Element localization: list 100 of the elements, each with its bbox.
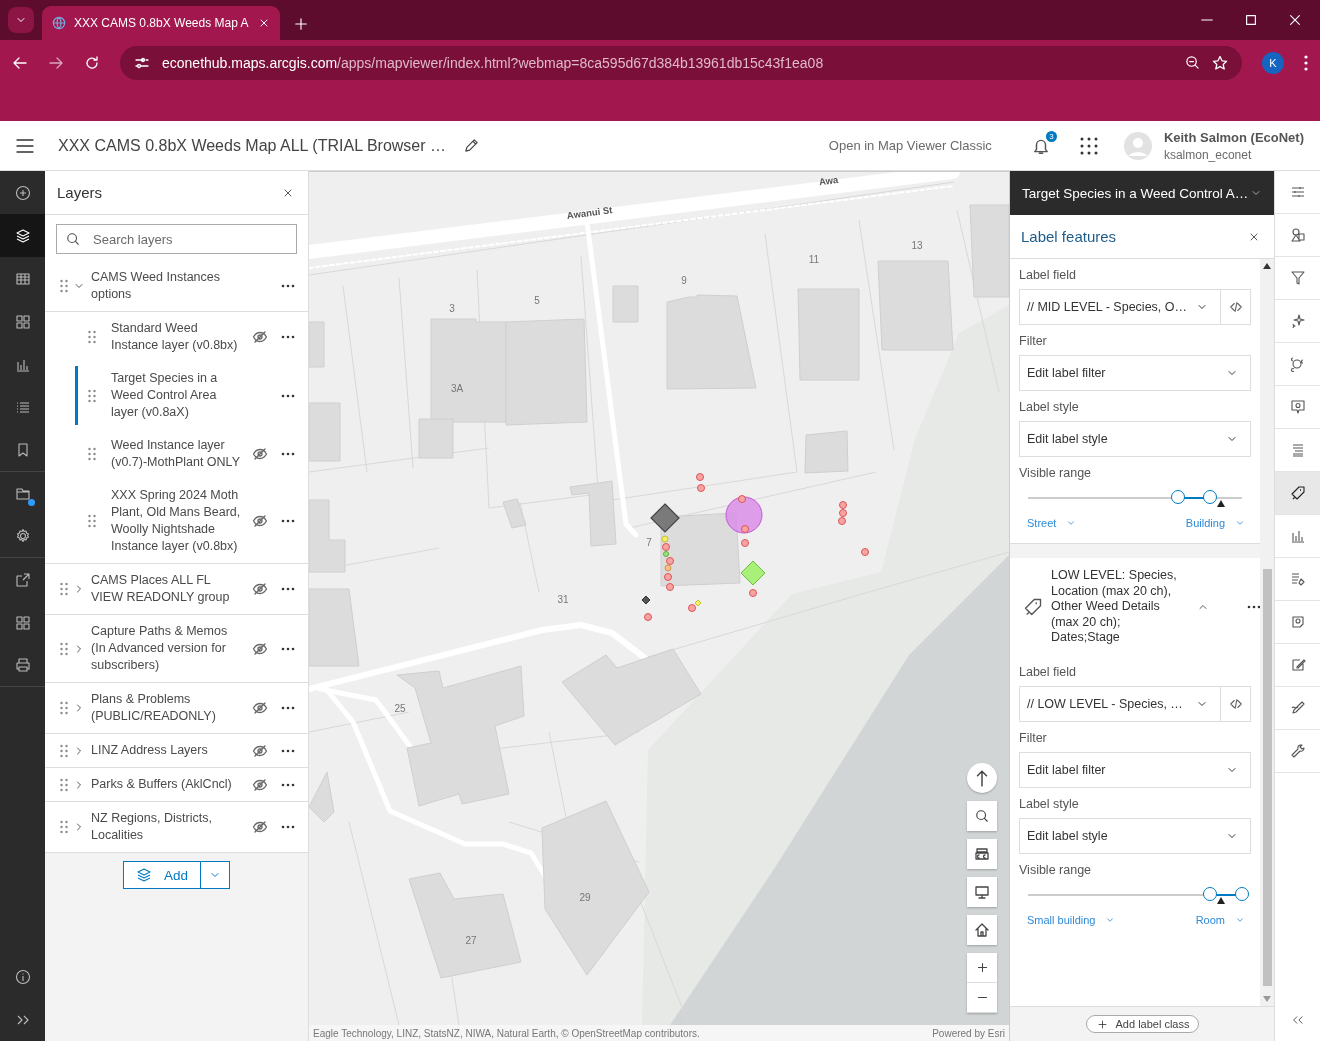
more-icon[interactable] (281, 748, 295, 753)
address-bar[interactable]: econethub.maps.arcgis.com/apps/mapviewer/index.html?webmap=8ca595d67d384b13961db15c43f1ea08 (120, 45, 1242, 80)
chevron-down-icon (1235, 518, 1245, 528)
drag-handle-icon[interactable] (60, 701, 68, 715)
more-icon[interactable] (281, 452, 295, 456)
sliders-icon (1289, 184, 1306, 200)
drag-handle-icon[interactable] (60, 777, 68, 792)
slider-thumb[interactable] (1202, 886, 1217, 901)
powered-by-text[interactable]: Powered by Esri (932, 1027, 1005, 1039)
drag-handle-icon[interactable] (60, 743, 68, 758)
label-class-title: LOW LEVEL: Species, Location (max 20 ch), Other Weed Details (max 20 ch); Dates;Stage (1051, 568, 1178, 646)
chevron-down-icon (1066, 518, 1077, 528)
layer-name[interactable]: CAMS Weed Instances options (91, 269, 245, 303)
map-canvas[interactable]: Awanui St Awa 3 5 9 11 13 3A 7 31 25 29 27 (309, 172, 1009, 1025)
layer-name[interactable]: Weed Instance layer (v0.7)-MothPlant ONLY (111, 437, 245, 471)
weed-markers-drawing[interactable] (641, 473, 869, 621)
dropdown[interactable]: // LOW LEVEL - Species, … (1019, 685, 1221, 722)
search-field[interactable]: Search layers (56, 224, 297, 254)
more-icon[interactable] (281, 825, 295, 829)
drag-handle-icon[interactable] (60, 279, 68, 293)
scrollbar-thumb[interactable] (1262, 569, 1272, 986)
slider-thumb[interactable] (1170, 490, 1185, 504)
search-icon (66, 232, 80, 246)
house-number-label: 25 (394, 703, 406, 714)
layer-name[interactable]: XXX Spring 2024 Moth Plant, Old Mans Beard, Woolly Nightshade Instance layer (v0.8bx) (111, 487, 245, 555)
fullscreen-button[interactable] (967, 877, 997, 907)
browser-tab[interactable]: XXX CAMS 0.8bX Weeds Map A (42, 6, 280, 40)
search-icon (975, 809, 989, 823)
widgets-icon (14, 313, 31, 330)
drag-handle-icon[interactable] (88, 388, 96, 403)
monitor-icon (974, 884, 990, 900)
field-label: Label field (1019, 664, 1077, 679)
more-icon[interactable] (281, 646, 295, 651)
more-icon[interactable] (1247, 604, 1260, 609)
basemap-button[interactable] (967, 839, 997, 869)
field-label: Label style (1019, 400, 1080, 414)
layer-name[interactable]: Target Species in a Weed Control Area layer (v0.8aX) (111, 370, 245, 421)
more-icon[interactable] (281, 706, 295, 710)
scroll-down-icon[interactable] (1263, 996, 1271, 1002)
layer-name[interactable]: CAMS Places ALL FL VIEW READONLY group (91, 572, 245, 606)
house-number-label: 5 (534, 295, 540, 306)
layer-name[interactable]: LINZ Address Layers (91, 742, 245, 759)
layer-name[interactable]: Plans & Problems (PUBLIC/READONLY) (91, 691, 245, 725)
field-label: Visible range (1019, 862, 1093, 877)
sketch-icon (1289, 700, 1306, 716)
layers-icon (14, 227, 31, 244)
house-number-label: 31 (557, 594, 569, 605)
drag-handle-icon[interactable] (60, 641, 68, 656)
dropdown[interactable]: Edit label filter (1019, 751, 1251, 788)
apps-icon[interactable] (1079, 136, 1098, 155)
more-icon[interactable] (281, 335, 295, 339)
code-icon (1228, 300, 1243, 314)
scale-dropdown[interactable]: Street (1027, 517, 1077, 529)
more-icon[interactable] (281, 284, 295, 288)
more-icon[interactable] (281, 782, 295, 787)
expression-button[interactable] (1221, 289, 1251, 325)
eye-off-icon (252, 513, 268, 529)
field-label: Filter (1019, 730, 1048, 745)
layer-name[interactable]: Standard Weed Instance layer (v0.8bx) (111, 320, 245, 354)
classic-viewer-link[interactable]: Open in Map Viewer Classic (828, 138, 992, 153)
slider-thumb[interactable] (1202, 490, 1217, 504)
scroll-up-icon[interactable] (1263, 263, 1271, 269)
dropdown[interactable]: Edit label style (1019, 817, 1251, 854)
home-button[interactable] (967, 915, 997, 945)
drag-handle-icon[interactable] (60, 820, 68, 834)
layer-selector[interactable]: Target Species in a Weed Control A… (1010, 171, 1274, 215)
add-label-class-button[interactable]: Add label class (1085, 1015, 1199, 1033)
more-icon[interactable] (281, 393, 295, 398)
layer-name[interactable]: Capture Paths & Memos (In Advanced version for subscribers) (91, 623, 245, 674)
globe-icon (52, 16, 66, 30)
tab-search-button[interactable] (8, 7, 34, 33)
print-icon (14, 657, 31, 673)
drag-handle-icon[interactable] (88, 330, 96, 344)
notification-count: 3 (1045, 130, 1057, 142)
street-label: Awa (818, 173, 839, 188)
expression-button[interactable] (1221, 685, 1251, 722)
configure-icon (1289, 614, 1306, 630)
search-button[interactable] (967, 801, 997, 831)
more-icon[interactable] (281, 587, 295, 591)
dropdown[interactable]: // MID LEVEL - Species, O… (1019, 289, 1221, 325)
layer-name[interactable]: Parks & Buffers (AklCncl) (91, 776, 245, 793)
scale-dropdown[interactable]: Small building (1027, 913, 1116, 926)
drag-handle-icon[interactable] (88, 514, 96, 528)
scale-dropdown[interactable]: Building (1185, 517, 1245, 529)
menu-icon[interactable] (1304, 54, 1308, 71)
bar-chart-icon (1289, 528, 1306, 544)
drag-handle-icon[interactable] (60, 582, 68, 596)
more-icon[interactable] (281, 519, 295, 523)
scale-dropdown[interactable]: Room (1195, 913, 1245, 926)
sparkle-icon (1289, 313, 1306, 329)
field-label: Visible range (1019, 466, 1093, 480)
rail-button[interactable] (0, 214, 45, 257)
menu-icon (16, 136, 34, 155)
layer-name[interactable]: NZ Regions, Districts, Localities (91, 810, 245, 844)
drag-handle-icon[interactable] (88, 447, 96, 461)
slider-thumb[interactable] (1235, 886, 1249, 901)
dropdown[interactable]: Edit label filter (1019, 355, 1251, 391)
dropdown[interactable]: Edit label style (1019, 421, 1251, 457)
pencil-icon (464, 138, 479, 153)
profile-avatar[interactable]: K (1262, 51, 1284, 74)
